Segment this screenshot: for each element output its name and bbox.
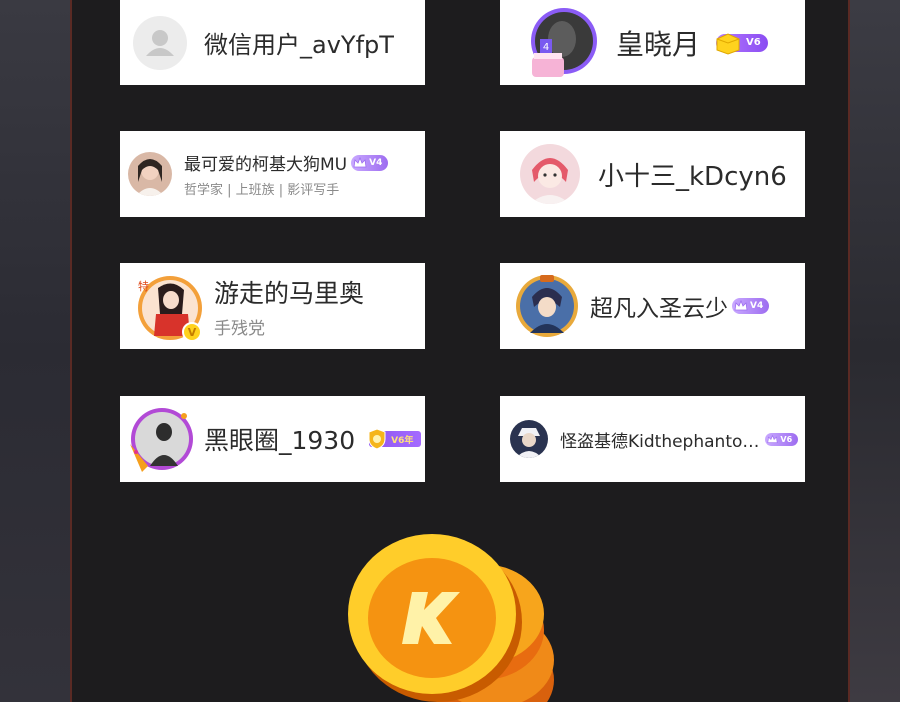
vip-badge: V6	[765, 432, 799, 446]
user-card[interactable]: 黑眼圈_1930 V6年	[120, 396, 425, 482]
vip-badge: V6年	[368, 428, 422, 450]
default-avatar-icon	[133, 15, 187, 70]
k-coin-icon	[348, 534, 554, 702]
user-card[interactable]: 4 皇晓月 V6	[500, 0, 805, 85]
svg-text:特: 特	[138, 279, 149, 293]
user-card[interactable]: 特 V 游走的马里奥 手残党	[120, 263, 425, 349]
crown-icon	[353, 156, 367, 167]
avatar	[514, 273, 580, 339]
user-list-panel: 微信用户_avYfpT 4 皇晓月 V6 最可爱的柯基大狗MU V4 哲学家 |…	[70, 0, 850, 702]
avatar	[520, 144, 580, 204]
user-name: 黑眼圈_1930	[204, 426, 356, 455]
avatar	[126, 404, 196, 474]
user-tags: 手残党	[214, 318, 265, 339]
crown-icon	[734, 299, 748, 311]
svg-text:4: 4	[543, 42, 549, 53]
user-card[interactable]: 超凡入圣云少 V4	[500, 263, 805, 349]
user-name: 皇晓月	[616, 27, 701, 61]
user-name: 最可爱的柯基大狗MU	[184, 155, 348, 175]
vip-badge: V4	[732, 298, 770, 314]
user-card[interactable]: 小十三_kDcyn6	[500, 131, 805, 217]
avatar	[510, 420, 548, 458]
svg-text:V: V	[188, 326, 197, 339]
user-card[interactable]: 怪盗基德Kidthephanto… V6	[500, 396, 805, 482]
user-tags: 哲学家 | 上班族 | 影评写手	[184, 183, 340, 198]
avatar: 4	[526, 5, 602, 81]
user-name: 小十三_kDcyn6	[598, 161, 787, 192]
avatar: 特 V	[132, 270, 204, 342]
user-card[interactable]: 最可爱的柯基大狗MU V4 哲学家 | 上班族 | 影评写手	[120, 131, 425, 217]
vip-badge: V4	[351, 154, 389, 171]
background-left	[0, 0, 72, 702]
background-right	[850, 0, 900, 702]
crown-icon	[767, 434, 778, 443]
avatar	[128, 152, 172, 196]
user-name: 游走的马里奥	[214, 278, 365, 308]
shield-icon	[368, 428, 386, 450]
yellow-cube-icon	[716, 32, 740, 55]
user-card[interactable]: 微信用户_avYfpT	[120, 0, 425, 85]
user-name: 超凡入圣云少	[590, 296, 728, 322]
vip-badge: V6	[716, 32, 768, 55]
user-name: 怪盗基德Kidthephanto…	[560, 431, 760, 452]
user-name: 微信用户_avYfpT	[204, 31, 394, 59]
